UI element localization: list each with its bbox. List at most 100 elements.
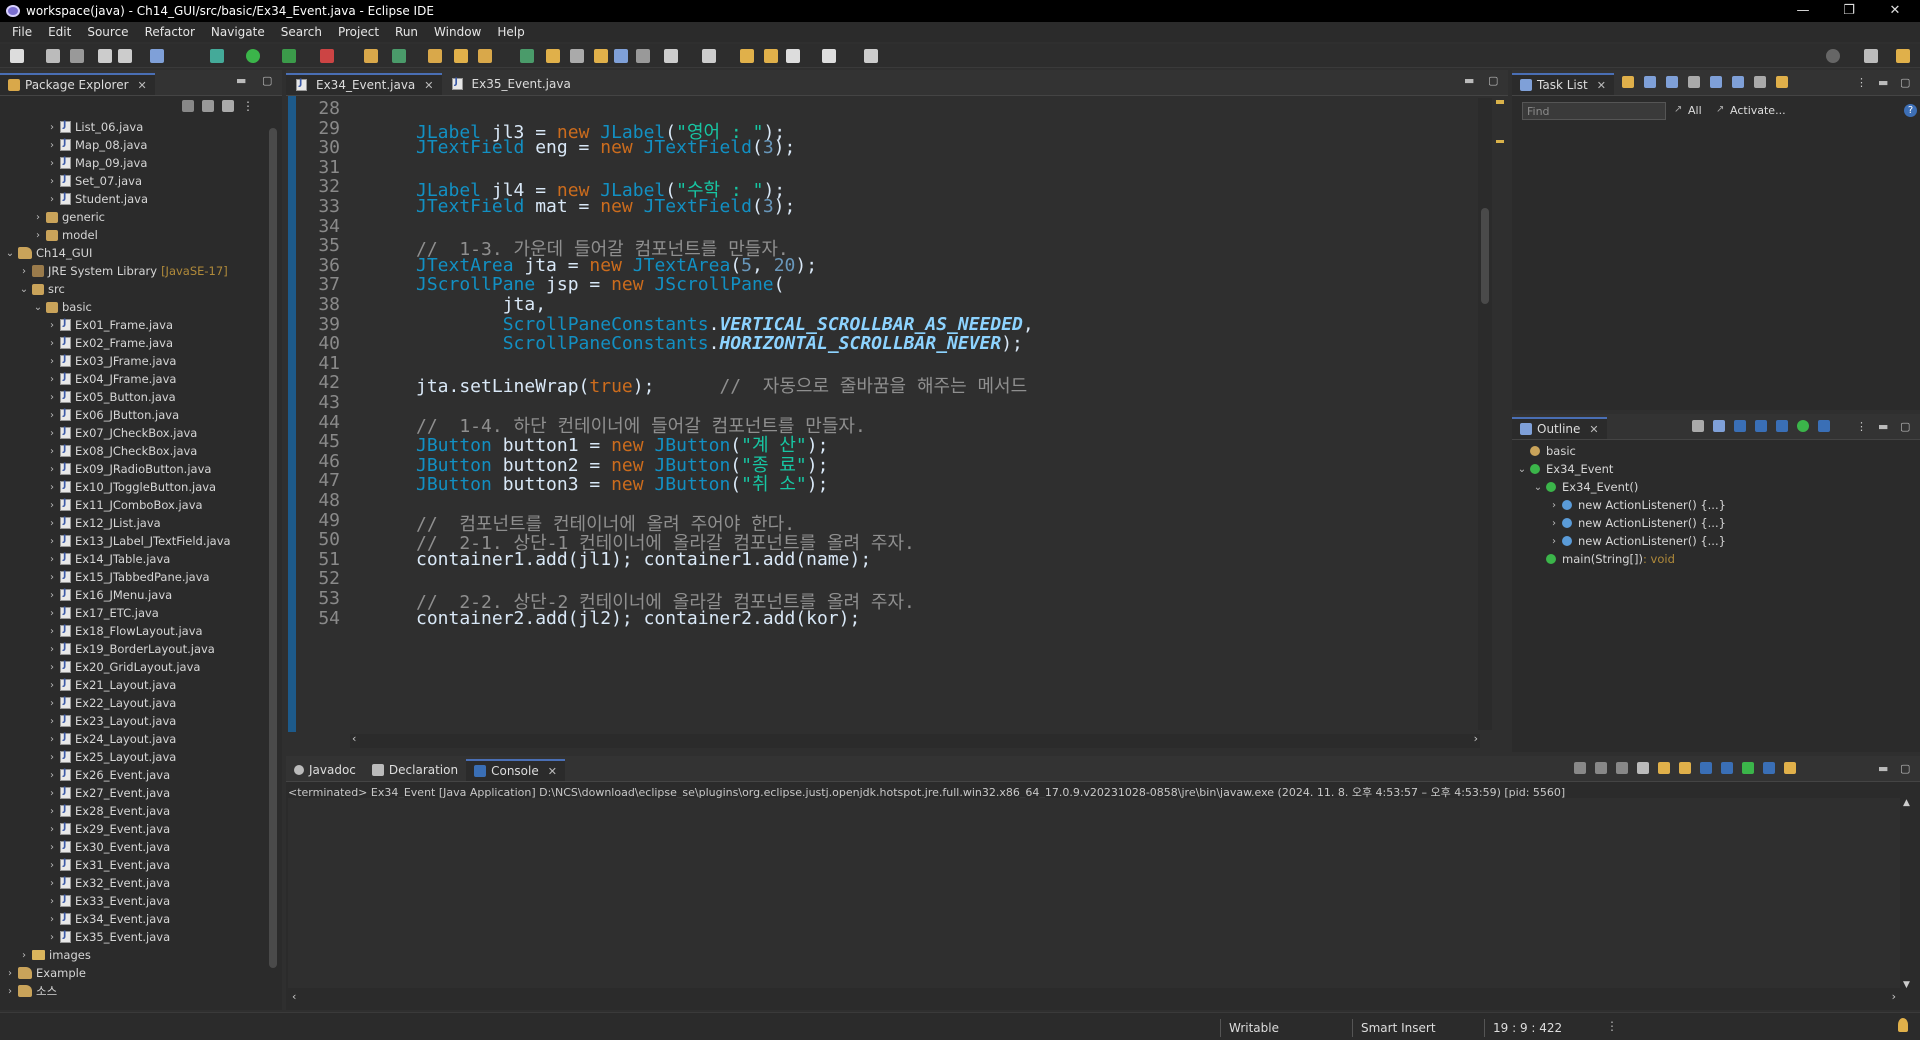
tree-item[interactable]: › Ex17_ETC.java bbox=[46, 604, 159, 622]
expand-icon[interactable] bbox=[1754, 76, 1766, 88]
tree-item[interactable]: › Ex04_JFrame.java bbox=[46, 370, 176, 388]
tree-item[interactable]: › Ex19_BorderLayout.java bbox=[46, 640, 215, 658]
annotation-icon[interactable] bbox=[520, 49, 534, 63]
new-java-project-icon[interactable] bbox=[364, 49, 378, 63]
code-line[interactable]: container2.add(jl2); container2.add(kor)… bbox=[416, 608, 860, 629]
help-icon[interactable]: ? bbox=[1904, 104, 1917, 117]
scrollbar-thumb[interactable] bbox=[269, 128, 277, 968]
expand-right-icon[interactable]: › bbox=[46, 698, 58, 709]
block-select-icon[interactable] bbox=[614, 49, 628, 63]
tree-item[interactable]: › Ex06_JButton.java bbox=[46, 406, 179, 424]
expand-down-icon[interactable]: ⌄ bbox=[1516, 464, 1528, 475]
code-line[interactable]: JTextField eng = new JTextField(3); bbox=[416, 137, 795, 158]
minimize-button[interactable]: — bbox=[1780, 0, 1826, 22]
expand-right-icon[interactable]: › bbox=[46, 788, 58, 799]
code-line[interactable]: ScrollPaneConstants.HORIZONTAL_SCROLLBAR… bbox=[416, 333, 1023, 354]
expand-right-icon[interactable]: › bbox=[46, 338, 58, 349]
console-vertical-scrollbar[interactable]: ▲ ▼ bbox=[1900, 798, 1914, 990]
tree-item[interactable]: › JRE System Library [JavaSE-17] bbox=[18, 262, 228, 280]
tree-item[interactable]: › Ex32_Event.java bbox=[46, 874, 170, 892]
expand-down-icon[interactable]: ⌄ bbox=[18, 284, 30, 295]
code-line[interactable]: JScrollPane jsp = new JScrollPane( bbox=[416, 274, 785, 295]
outline-item[interactable]: › new ActionListener() {...} bbox=[1548, 532, 1726, 550]
tab-ex35-event[interactable]: Ex35_Event.java bbox=[442, 73, 579, 95]
view-menu-icon[interactable]: ⋮ bbox=[1856, 76, 1867, 89]
open-resource-icon[interactable] bbox=[454, 49, 468, 63]
remove-launch-icon[interactable] bbox=[1595, 762, 1607, 774]
expand-right-icon[interactable]: › bbox=[18, 266, 30, 277]
tree-item[interactable]: › 소스 bbox=[4, 982, 57, 1000]
expand-right-icon[interactable]: › bbox=[46, 320, 58, 331]
undo-icon[interactable] bbox=[98, 49, 112, 63]
expand-right-icon[interactable]: › bbox=[32, 230, 44, 241]
tree-item[interactable]: › Set_07.java bbox=[46, 172, 142, 190]
open-perspective-icon[interactable] bbox=[1864, 49, 1878, 63]
next-annotation-icon[interactable] bbox=[664, 49, 678, 63]
whitespace-icon[interactable] bbox=[636, 49, 650, 63]
hide-nonpublic-icon[interactable] bbox=[1776, 420, 1788, 432]
expand-right-icon[interactable]: › bbox=[46, 806, 58, 817]
expand-right-icon[interactable]: › bbox=[46, 734, 58, 745]
menu-file[interactable]: File bbox=[4, 25, 40, 39]
tree-item[interactable]: › Ex03_JFrame.java bbox=[46, 352, 176, 370]
scroll-lock-icon[interactable] bbox=[1658, 762, 1670, 774]
expand-right-icon[interactable]: › bbox=[46, 680, 58, 691]
mark-icon[interactable] bbox=[546, 49, 560, 63]
expand-right-icon[interactable]: › bbox=[46, 896, 58, 907]
tree-item[interactable]: › images bbox=[18, 946, 91, 964]
tree-item[interactable]: › Ex29_Event.java bbox=[46, 820, 170, 838]
coverage-icon[interactable] bbox=[282, 49, 296, 63]
display-console-icon[interactable] bbox=[1763, 762, 1775, 774]
tree-item[interactable]: › Ex16_JMenu.java bbox=[46, 586, 172, 604]
menu-edit[interactable]: Edit bbox=[40, 25, 79, 39]
new-package-icon[interactable] bbox=[392, 49, 406, 63]
open-console-icon[interactable] bbox=[1784, 762, 1796, 774]
tree-item[interactable]: › Ex24_Layout.java bbox=[46, 730, 176, 748]
expand-right-icon[interactable]: › bbox=[46, 140, 58, 151]
tab-ex34-event[interactable]: Ex34_Event.java ✕ bbox=[286, 73, 442, 95]
toggle-icon[interactable] bbox=[570, 49, 584, 63]
minimize-view-icon[interactable]: ▬ bbox=[236, 74, 246, 87]
tree-item[interactable]: › Student.java bbox=[46, 190, 148, 208]
outline-item[interactable]: ⌄ Ex34_Event bbox=[1516, 460, 1614, 478]
tree-item[interactable]: › Ex18_FlowLayout.java bbox=[46, 622, 203, 640]
outline-item[interactable]: basic bbox=[1516, 442, 1576, 460]
tree-item[interactable]: › Ex08_JCheckBox.java bbox=[46, 442, 197, 460]
expand-right-icon[interactable]: › bbox=[46, 644, 58, 655]
outline-item[interactable]: main(String[]) : void bbox=[1532, 550, 1675, 568]
tab-javadoc[interactable]: Javadoc bbox=[286, 759, 364, 781]
package-explorer-scrollbar[interactable] bbox=[266, 118, 280, 1008]
expand-down-icon[interactable]: ⌄ bbox=[4, 248, 16, 259]
focus-icon[interactable] bbox=[1710, 76, 1722, 88]
all-link[interactable]: All bbox=[1688, 104, 1702, 117]
back-icon[interactable] bbox=[786, 49, 800, 63]
tree-item[interactable]: › Example bbox=[4, 964, 86, 982]
menu-source[interactable]: Source bbox=[79, 25, 136, 39]
tree-item[interactable]: › Map_08.java bbox=[46, 136, 147, 154]
tree-item[interactable]: › Ex25_Layout.java bbox=[46, 748, 176, 766]
tree-item[interactable]: › Ex30_Event.java bbox=[46, 838, 170, 856]
tree-item[interactable]: › Ex15_JTabbedPane.java bbox=[46, 568, 210, 586]
code-line[interactable]: ScrollPaneConstants.VERTICAL_SCROLLBAR_A… bbox=[416, 314, 1034, 335]
outline-item[interactable]: › new ActionListener() {...} bbox=[1548, 496, 1726, 514]
tree-item[interactable]: ⌄ basic bbox=[32, 298, 92, 316]
hide-completed-icon[interactable] bbox=[1688, 76, 1700, 88]
tree-item[interactable]: › Ex35_Event.java bbox=[46, 928, 170, 946]
expand-right-icon[interactable]: › bbox=[46, 608, 58, 619]
close-icon[interactable]: ✕ bbox=[424, 79, 433, 92]
maximize-view-icon[interactable]: ▢ bbox=[1900, 420, 1910, 433]
expand-right-icon[interactable]: › bbox=[46, 554, 58, 565]
breadcrumb-icon[interactable] bbox=[594, 49, 608, 63]
tree-item[interactable]: › Ex13_JLabel_JTextField.java bbox=[46, 532, 231, 550]
expand-right-icon[interactable]: › bbox=[46, 878, 58, 889]
tree-item[interactable]: › Ex09_JRadioButton.java bbox=[46, 460, 211, 478]
tree-item[interactable]: › Map_09.java bbox=[46, 154, 147, 172]
terminate-icon[interactable] bbox=[1574, 762, 1586, 774]
external-tools-icon[interactable] bbox=[320, 49, 334, 63]
expand-right-icon[interactable]: › bbox=[46, 374, 58, 385]
expand-down-icon[interactable]: ⌄ bbox=[32, 302, 44, 313]
tree-item[interactable]: › Ex20_GridLayout.java bbox=[46, 658, 200, 676]
maximize-button[interactable]: ❐ bbox=[1826, 0, 1872, 22]
status-menu-icon[interactable]: ⋮ bbox=[1606, 1019, 1618, 1033]
expand-right-icon[interactable]: › bbox=[46, 860, 58, 871]
